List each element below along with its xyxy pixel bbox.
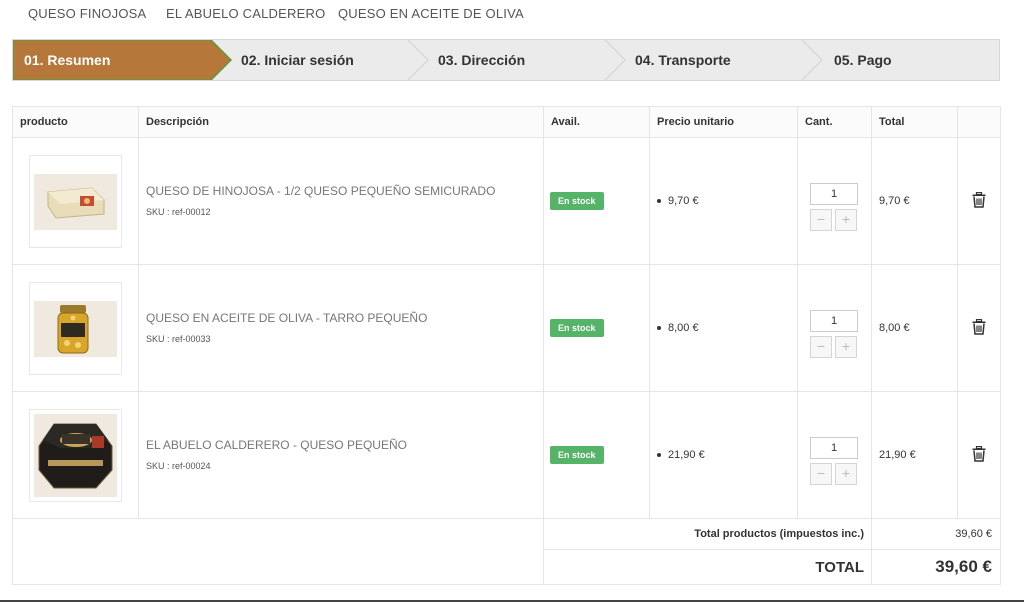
product-sku: SKU : ref-00024 [146,461,211,471]
step-label: 03. Dirección [438,52,526,68]
product-thumbnail[interactable] [29,408,122,502]
header-avail: Avail. [543,106,650,138]
quantity-cell: 1 − + [797,137,872,265]
step-resumen[interactable]: 01. Resumen [13,40,231,80]
step-label: 01. Resumen [24,52,111,68]
cheese-box-image [34,413,117,497]
row-total: 21,90 € [879,449,916,461]
total-products-label: Total productos (impuestos inc.) [543,518,872,550]
availability-cell: En stock [543,264,650,392]
table-row: QUESO EN ACEITE DE OLIVA - TARRO PEQUEÑO… [12,264,1001,392]
summary-spacer [12,518,544,585]
product-sku: SKU : ref-00033 [146,334,211,344]
trash-icon[interactable] [972,445,986,462]
delete-cell [957,264,1001,392]
quantity-increase-button[interactable]: + [835,336,857,358]
table-row: EL ABUELO CALDERERO - QUESO PEQUEÑO SKU … [12,391,1001,519]
row-total-cell: 9,70 € [871,137,958,265]
trash-icon[interactable] [972,191,986,208]
step-pago[interactable]: 05. Pago [822,40,1001,80]
unit-price-cell: 8,00 € [649,264,798,392]
nav-link-queso-en-aceite[interactable]: QUESO EN ACEITE DE OLIVA [338,6,524,21]
cart-table: producto Descripción Avail. Precio unita… [12,106,1001,585]
cheese-jar-image [34,300,117,357]
row-total-cell: 8,00 € [871,264,958,392]
stock-badge: En stock [550,192,604,210]
product-thumbnail[interactable] [29,281,122,375]
step-transporte[interactable]: 04. Transporte [625,40,822,80]
quantity-input[interactable]: 1 [810,310,858,332]
header-description: Descripción [138,106,544,138]
delete-cell [957,391,1001,519]
total-products-value: 39,60 € [871,518,1001,550]
cart-summary: producto Descripción Avail. Precio unita… [12,106,1001,585]
header-total: Total [871,106,958,138]
product-name-link[interactable]: QUESO DE HINOJOSA - 1/2 QUESO PEQUEÑO SE… [146,184,543,198]
header-product: producto [12,106,139,138]
quantity-cell: 1 − + [797,391,872,519]
top-navigation: QUESO FINOJOSA EL ABUELO CALDERERO QUESO… [0,0,1024,28]
nav-link-el-abuelo-calderero[interactable]: EL ABUELO CALDERERO [166,6,325,21]
header-unit-price: Precio unitario [649,106,798,138]
header-qty: Cant. [797,106,872,138]
quantity-decrease-button[interactable]: − [810,209,832,231]
step-label: 02. Iniciar sesión [241,52,354,68]
product-name-link[interactable]: EL ABUELO CALDERERO - QUESO PEQUEÑO [146,438,543,452]
header-delete [957,106,1001,138]
bullet-icon [657,453,661,458]
row-total: 9,70 € [879,195,910,207]
product-image-cell [12,137,139,265]
unit-price-cell: 21,90 € [649,391,798,519]
trash-icon[interactable] [972,318,986,335]
step-iniciar-sesion[interactable]: 02. Iniciar sesión [231,40,428,80]
product-description-cell: EL ABUELO CALDERERO - QUESO PEQUEÑO SKU … [138,391,544,519]
quantity-cell: 1 − + [797,264,872,392]
unit-price: 8,00 € [668,322,699,334]
step-label: 04. Transporte [635,52,731,68]
product-name-link[interactable]: QUESO EN ACEITE DE OLIVA - TARRO PEQUEÑO [146,311,543,325]
quantity-decrease-button[interactable]: − [810,463,832,485]
quantity-input[interactable]: 1 [810,183,858,205]
stock-badge: En stock [550,446,604,464]
half-cheese-image [34,173,117,230]
bullet-icon [657,326,661,331]
stock-badge: En stock [550,319,604,337]
row-total-cell: 21,90 € [871,391,958,519]
nav-link-queso-finojosa[interactable]: QUESO FINOJOSA [28,6,146,21]
step-label: 05. Pago [834,52,892,68]
grand-total-label: TOTAL [543,549,872,585]
bullet-icon [657,199,661,204]
product-description-cell: QUESO DE HINOJOSA - 1/2 QUESO PEQUEÑO SE… [138,137,544,265]
delete-cell [957,137,1001,265]
product-image-cell [12,264,139,392]
availability-cell: En stock [543,391,650,519]
product-image-cell [12,391,139,519]
row-total: 8,00 € [879,322,910,334]
unit-price: 9,70 € [668,195,699,207]
unit-price-cell: 9,70 € [649,137,798,265]
quantity-decrease-button[interactable]: − [810,336,832,358]
subtotal-row: Total productos (impuestos inc.) 39,60 € [12,518,1001,585]
step-direccion[interactable]: 03. Dirección [428,40,625,80]
grand-total-value: 39,60 € [871,549,1001,585]
product-sku: SKU : ref-00012 [146,207,211,217]
unit-price: 21,90 € [668,449,705,461]
quantity-input[interactable]: 1 [810,437,858,459]
quantity-increase-button[interactable]: + [835,209,857,231]
table-row: QUESO DE HINOJOSA - 1/2 QUESO PEQUEÑO SE… [12,137,1001,265]
product-thumbnail[interactable] [29,154,122,248]
quantity-increase-button[interactable]: + [835,463,857,485]
checkout-steps: 01. Resumen 02. Iniciar sesión 03. Direc… [12,39,1000,81]
table-header-row: producto Descripción Avail. Precio unita… [12,106,1001,138]
availability-cell: En stock [543,137,650,265]
product-description-cell: QUESO EN ACEITE DE OLIVA - TARRO PEQUEÑO… [138,264,544,392]
